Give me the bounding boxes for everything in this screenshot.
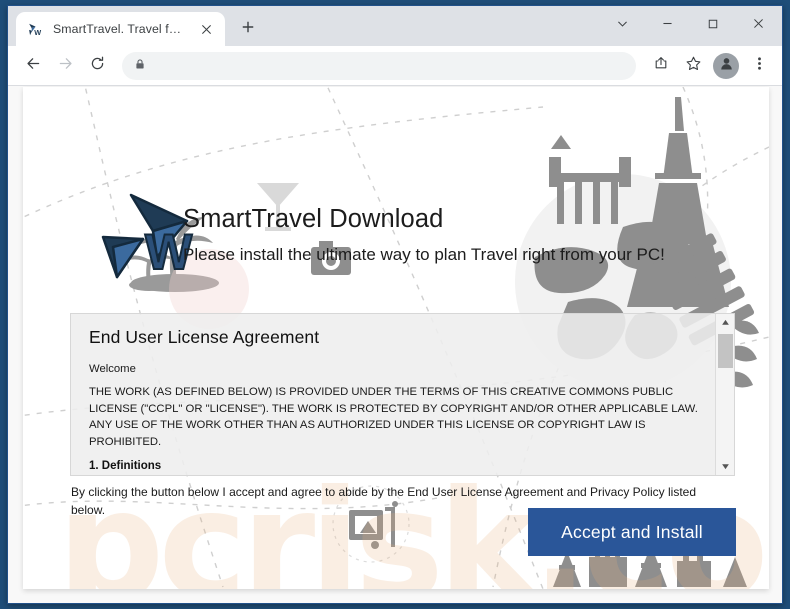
window-controls xyxy=(600,6,782,46)
tab-search-button[interactable] xyxy=(600,6,645,46)
scroll-down-arrow-icon[interactable] xyxy=(716,458,734,475)
minimize-button[interactable] xyxy=(645,6,690,46)
accept-and-install-button[interactable]: Accept and Install xyxy=(528,508,736,556)
address-bar[interactable] xyxy=(122,51,636,80)
forward-arrow-icon xyxy=(57,55,74,77)
new-tab-button[interactable] xyxy=(233,14,263,44)
close-icon[interactable] xyxy=(195,18,217,40)
browser-menu-button[interactable] xyxy=(744,51,774,81)
eula-paragraph-1: THE WORK (AS DEFINED BELOW) IS PROVIDED … xyxy=(89,385,698,449)
eula-panel: End User License Agreement Welcome THE W… xyxy=(70,313,735,476)
reload-button[interactable] xyxy=(82,51,112,81)
eula-scrollbar[interactable] xyxy=(715,314,734,475)
close-icon xyxy=(752,17,765,35)
page-viewport: pcrisk.com W SmartTravel Download Please… xyxy=(8,86,782,603)
account-avatar-icon xyxy=(718,55,735,77)
share-button[interactable] xyxy=(646,51,676,81)
chevron-down-icon xyxy=(616,17,629,35)
tab-title: SmartTravel. Travel for PC. xyxy=(53,22,186,36)
plus-icon xyxy=(241,20,255,39)
three-dot-menu-icon xyxy=(752,56,767,76)
share-icon xyxy=(653,55,669,76)
browser-toolbar xyxy=(8,46,782,86)
window-close-button[interactable] xyxy=(735,6,782,46)
lock-icon[interactable] xyxy=(134,57,146,75)
eula-section-1-heading: 1. Definitions xyxy=(89,459,162,472)
browser-window: W SmartTravel. Travel for PC. xyxy=(7,5,783,604)
profile-button[interactable] xyxy=(713,52,739,79)
page-title: SmartTravel Download xyxy=(183,205,444,233)
maximize-button[interactable] xyxy=(690,6,735,46)
star-icon xyxy=(685,55,702,77)
eula-text-area[interactable]: End User License Agreement Welcome THE W… xyxy=(71,314,715,475)
tab-strip: W SmartTravel. Travel for PC. xyxy=(8,6,782,46)
eula-welcome: Welcome xyxy=(89,363,136,375)
eula-scrollbar-thumb[interactable] xyxy=(718,334,733,368)
bookmark-button[interactable] xyxy=(678,51,708,81)
page-subtitle: Please install the ultimate way to plan … xyxy=(183,245,665,264)
browser-tab-smarttravel[interactable]: W SmartTravel. Travel for PC. xyxy=(16,12,225,46)
forward-button xyxy=(50,51,80,81)
maximize-icon xyxy=(707,17,719,35)
smarttravel-compass-icon: W xyxy=(27,21,44,38)
svg-text:W: W xyxy=(34,27,41,36)
back-arrow-icon xyxy=(25,55,42,77)
minimize-icon xyxy=(661,17,674,35)
hero-banner: pcrisk.com W SmartTravel Download Please… xyxy=(23,87,769,589)
eula-heading: End User License Agreement xyxy=(89,327,320,347)
reload-icon xyxy=(89,55,106,77)
scroll-up-arrow-icon[interactable] xyxy=(716,314,734,331)
back-button[interactable] xyxy=(18,51,48,81)
